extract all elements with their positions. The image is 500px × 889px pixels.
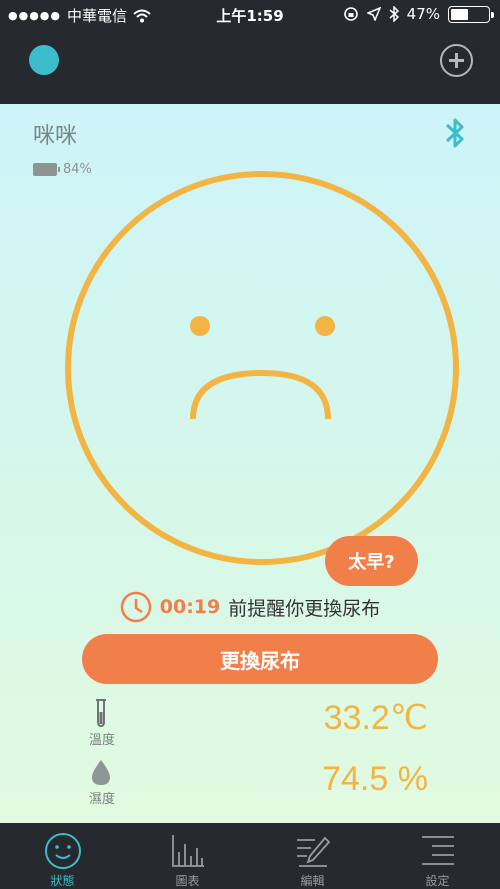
device-indicator[interactable] (29, 45, 59, 75)
face-outline (65, 171, 459, 565)
humidity-reading: 濕度 74.5 % (0, 756, 500, 826)
rotation-lock-icon (343, 7, 358, 21)
right-eye (315, 316, 335, 336)
tab-status-label: 狀態 (50, 874, 75, 888)
left-eye (190, 316, 210, 336)
add-device-button[interactable] (440, 44, 473, 77)
tab-edit[interactable]: 編輯 (250, 823, 375, 889)
nav-bar (0, 28, 500, 104)
status-panel: 咪咪 84% 太早? 00:19 前提醒你更換尿布 更換尿布 溫度 33.2℃ (0, 104, 500, 823)
tab-settings[interactable]: 設定 (375, 823, 500, 889)
humidity-value: 74.5 % (322, 760, 428, 798)
reminder-time: 00:19 (159, 596, 221, 618)
bluetooth-icon[interactable] (444, 116, 466, 150)
thermometer-icon (96, 699, 106, 728)
clock-icon (120, 591, 151, 623)
sad-face-icon (65, 171, 459, 565)
humidity-label: 濕度 (88, 792, 115, 807)
battery-icon (448, 5, 494, 23)
tab-status[interactable]: 狀態 (0, 823, 125, 889)
water-drop-icon (92, 760, 110, 785)
device-battery-icon (33, 163, 60, 176)
tab-chart[interactable]: 圖表 (125, 823, 250, 889)
tab-chart-label: 圖表 (175, 874, 200, 888)
battery-percent: 47% (406, 5, 440, 23)
reminder-text: 前提醒你更換尿布 (228, 597, 381, 620)
bluetooth-status-icon (389, 6, 399, 22)
edit-icon (296, 836, 330, 867)
change-diaper-button[interactable]: 更換尿布 (82, 634, 438, 684)
status-bar: ●●●●● 中華電信 上午1:59 47% (0, 0, 500, 28)
reminder-line: 00:19 前提醒你更換尿布 (0, 591, 500, 623)
tab-edit-label: 編輯 (300, 874, 325, 888)
too-early-button[interactable]: 太早? (325, 536, 418, 586)
temperature-label: 溫度 (88, 733, 115, 748)
bar-chart-icon (171, 835, 204, 867)
tab-bar: 狀態 圖表 編輯 設定 (0, 823, 500, 889)
smiley-icon (44, 833, 81, 869)
location-arrow-icon (366, 7, 381, 21)
device-name: 咪咪 (33, 124, 78, 149)
tab-settings-label: 設定 (425, 874, 450, 888)
frown-mouth (190, 369, 331, 420)
temperature-value: 33.2℃ (323, 699, 428, 737)
menu-list-icon (421, 836, 454, 865)
